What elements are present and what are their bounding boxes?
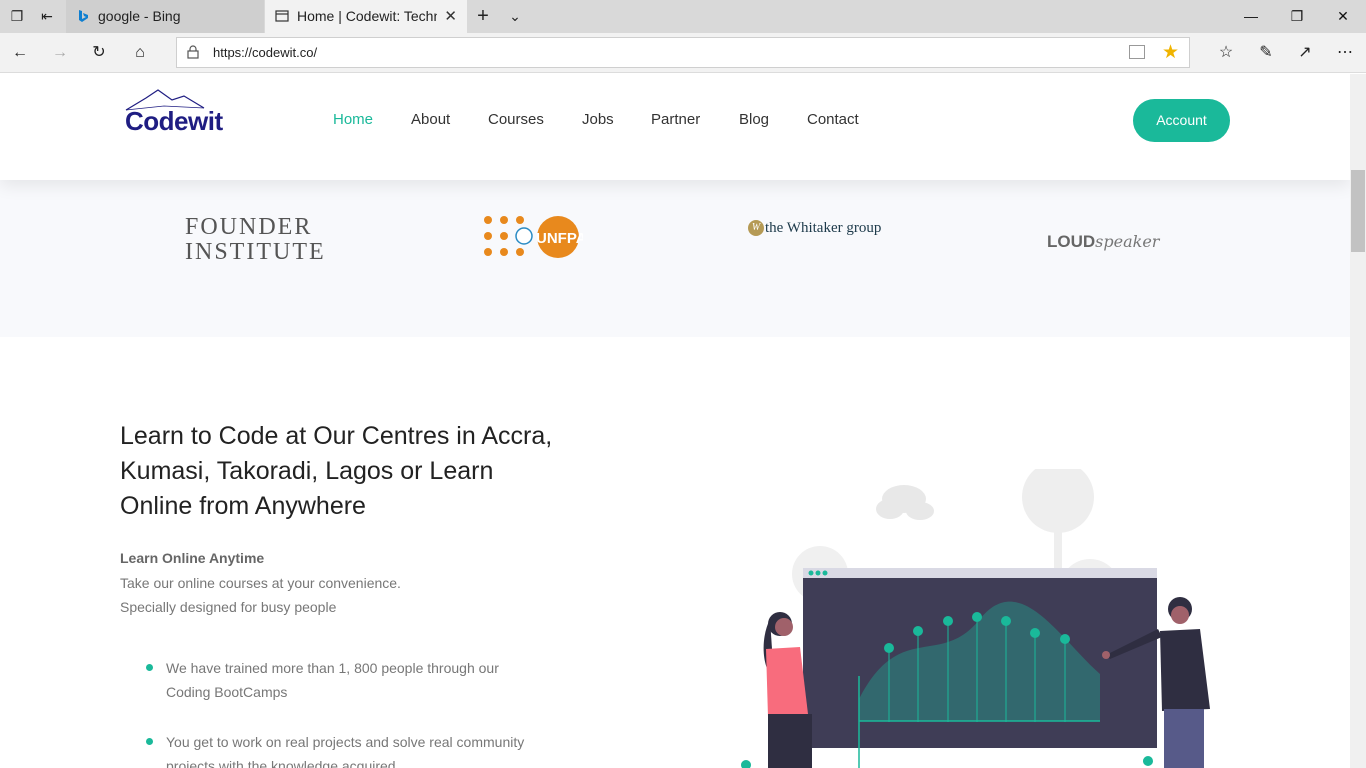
nav-home[interactable]: Home (333, 111, 373, 128)
favorite-star-icon[interactable]: ★ (1162, 40, 1179, 65)
whitaker-mark: W (748, 220, 764, 236)
whitaker-group-logo[interactable]: Wthe Whitaker group (748, 220, 881, 237)
headline-line: Kumasi, Takoradi, Lagos or Learn (120, 457, 494, 485)
more-icon[interactable]: ⋯ (1334, 42, 1356, 64)
new-tab-icon[interactable]: + (474, 6, 492, 26)
hero-illustration (741, 469, 1210, 768)
nav-partner[interactable]: Partner (651, 111, 700, 128)
reading-view-icon[interactable] (1129, 45, 1145, 59)
bullet-item: We have trained more than 1, 800 people … (166, 656, 566, 704)
site-header: Codewit Home About Courses Jobs Partner … (0, 74, 1350, 180)
headline-line: Learn to Code at Our Centres in Accra, (120, 422, 553, 450)
nav-blog[interactable]: Blog (739, 111, 769, 128)
tab-title: google - Bing (98, 8, 181, 24)
unfpa-logo[interactable]: UNFPA (483, 215, 583, 263)
hero-headline: Learn to Code at Our Centres in Accra, K… (120, 419, 580, 524)
nav-courses[interactable]: Courses (488, 111, 544, 128)
headline-line: Online from Anywhere (120, 492, 366, 520)
bullet-dot (146, 662, 156, 672)
bullet-dot (146, 736, 156, 746)
bullet-line: Coding BootCamps (166, 684, 288, 700)
partners-strip: Founder Institute UNFPA Wthe Whitaker gr… (0, 180, 1350, 337)
bullet-line: You get to work on real projects and sol… (166, 734, 525, 750)
home-icon[interactable]: ⌂ (129, 42, 151, 64)
refresh-icon[interactable]: ↻ (88, 42, 110, 64)
url-text: https://codewit.co/ (213, 45, 318, 60)
logo-text: Codewit (125, 106, 223, 136)
tab-title: Home | Codewit: Technology (297, 8, 437, 24)
favorites-icon[interactable]: ☆ (1215, 42, 1237, 64)
learn-online-line: Specially designed for busy people (120, 599, 337, 615)
browser-tab-bar: ❐ ⇤ google - Bing Home | Codewit: Techno… (0, 0, 1366, 33)
lock-icon (187, 45, 199, 59)
tab-actions-icon[interactable]: ❐ (8, 7, 26, 25)
address-bar[interactable]: https://codewit.co/ ★ (176, 37, 1190, 68)
unfpa-text: UNFPA (536, 230, 583, 247)
tab-preview-chevron-icon[interactable]: ⌄ (506, 7, 524, 25)
whitaker-text: the Whitaker group (765, 220, 882, 236)
tab-bing[interactable]: google - Bing (66, 0, 264, 33)
notes-pen-icon[interactable]: ✎ (1255, 42, 1277, 64)
nav-contact[interactable]: Contact (807, 111, 859, 128)
share-icon[interactable]: ↗ (1294, 42, 1316, 64)
speaker-text: speaker (1095, 232, 1160, 251)
learn-online-title: Learn Online Anytime (120, 550, 265, 566)
learn-online-line: Take our online courses at your convenie… (120, 575, 401, 591)
page-scrollbar[interactable] (1350, 74, 1366, 768)
bing-icon (79, 10, 88, 22)
institute-text: Institute (185, 239, 326, 265)
bullet-line: projects with the knowledge acquired (166, 758, 396, 768)
nav-about[interactable]: About (411, 111, 450, 128)
nav-jobs[interactable]: Jobs (582, 111, 614, 128)
minimize-icon[interactable]: — (1228, 0, 1274, 33)
scrollbar-thumb[interactable] (1351, 170, 1365, 252)
close-tab-icon[interactable]: ✕ (444, 0, 457, 33)
codewit-logo[interactable]: Codewit (124, 88, 224, 148)
page-icon (275, 10, 289, 22)
bullet-item: You get to work on real projects and sol… (166, 730, 566, 768)
set-tabs-aside-icon[interactable]: ⇤ (38, 7, 56, 25)
browser-nav-bar: ← → ↻ ⌂ https://codewit.co/ ★ ☆ ✎ ↗ ⋯ (0, 33, 1366, 73)
restore-icon[interactable]: ❐ (1274, 0, 1320, 33)
bullet-line: We have trained more than 1, 800 people … (166, 660, 499, 676)
tab-codewit[interactable]: Home | Codewit: Technology ✕ (265, 0, 467, 33)
founder-institute-logo[interactable]: Founder Institute (185, 215, 326, 265)
loudspeaker-logo[interactable]: LOUDspeaker (1047, 232, 1159, 252)
page-viewport: Codewit Home About Courses Jobs Partner … (0, 74, 1350, 768)
founder-text: Founder (185, 214, 313, 240)
forward-icon[interactable]: → (49, 42, 71, 64)
close-window-icon[interactable]: ✕ (1320, 0, 1366, 33)
back-icon[interactable]: ← (9, 42, 31, 64)
loud-text: LOUD (1047, 232, 1096, 251)
account-button[interactable]: Account (1133, 99, 1230, 142)
